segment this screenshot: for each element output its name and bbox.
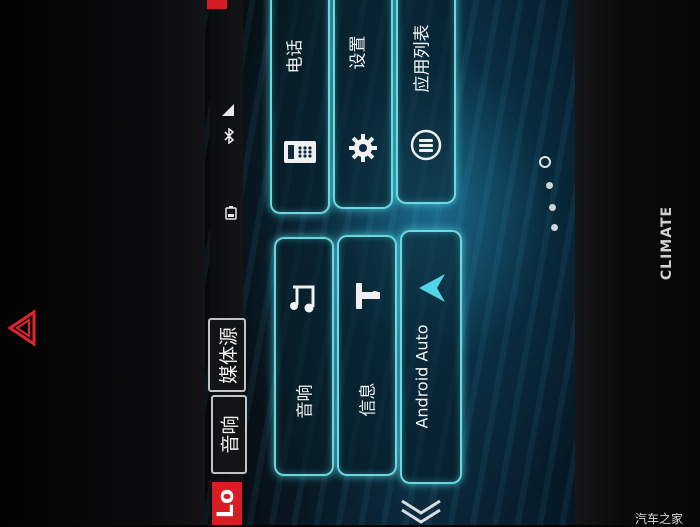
gear-icon: [349, 134, 377, 162]
signal-icon: [222, 104, 234, 116]
tile-phone-label: 电话: [285, 39, 306, 74]
watermark: 汽车之家: [635, 512, 684, 526]
temperature-lo-badge: Lo: [212, 482, 242, 525]
tile-settings-label: 设置: [348, 35, 369, 70]
dashboard-left-panel: [0, 0, 210, 525]
page-dot[interactable]: [549, 204, 556, 211]
audio-source-label: 音响: [219, 415, 242, 454]
app-list-icon: [410, 129, 442, 161]
tile-audio-label: 音响: [295, 384, 316, 419]
phone-icon: [284, 141, 316, 163]
media-source-button[interactable]: 媒体源: [208, 318, 246, 392]
tile-android-auto[interactable]: Android Auto: [400, 230, 462, 484]
climate-button[interactable]: CLIMATE: [659, 200, 684, 290]
climate-label: CLIMATE: [659, 205, 676, 281]
android-auto-icon: [419, 274, 445, 302]
temp-badge-top: [207, 0, 227, 9]
tile-info[interactable]: 信息: [337, 235, 397, 476]
music-note-icon: [290, 285, 315, 313]
hazard-icon[interactable]: [4, 308, 40, 348]
info-icon: [356, 283, 380, 309]
tile-android-auto-label: Android Auto: [412, 324, 432, 429]
audio-source-button[interactable]: 音响: [211, 395, 247, 474]
chevron-double-down-icon[interactable]: [398, 497, 444, 525]
tile-settings[interactable]: 设置: [333, 0, 393, 209]
page-dot-current[interactable]: [539, 156, 551, 168]
lo-label: Lo: [214, 488, 240, 519]
media-source-label: 媒体源: [217, 326, 240, 384]
tile-info-label: 信息: [358, 382, 379, 417]
battery-icon: [225, 206, 237, 220]
bluetooth-icon: [224, 128, 235, 144]
tile-app-list[interactable]: 应用列表: [396, 0, 456, 204]
page-dot[interactable]: [551, 224, 558, 231]
tile-audio[interactable]: 音响: [274, 237, 334, 476]
page-dot[interactable]: [546, 182, 553, 189]
tile-phone[interactable]: 电话: [270, 0, 330, 214]
tile-app-list-label: 应用列表: [412, 24, 433, 93]
